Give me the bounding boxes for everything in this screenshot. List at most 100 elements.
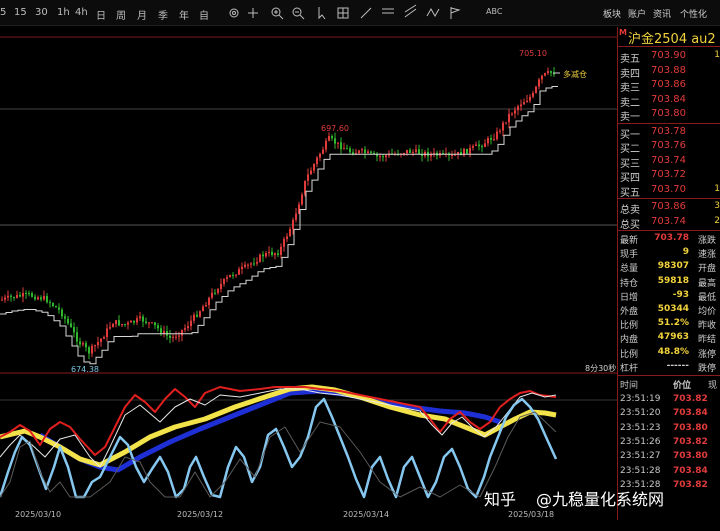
tick-row[interactable]: 23:51:26 703.82 — [618, 436, 720, 450]
kline-chart[interactable]: 705.10 697.60 674.38 多减仓 8分30秒 — [0, 27, 617, 520]
ask-row[interactable]: 卖二 703.84 — [618, 93, 720, 109]
kline-chart-canvas — [0, 36, 617, 499]
ask-row[interactable]: 卖一 703.80 — [618, 107, 720, 123]
period-5-button[interactable]: 5 — [0, 7, 6, 18]
period-day-button[interactable]: 日 — [96, 7, 106, 22]
candle-body — [199, 311, 201, 317]
ask-price: 703.86 — [651, 79, 686, 90]
instrument-header[interactable]: M 沪金2504 au2 — [618, 27, 720, 47]
stat-row[interactable]: 比例 48.8% 涨停 — [618, 346, 720, 360]
settings-icon[interactable] — [229, 8, 239, 18]
bid-row[interactable]: 买五 703.70 1 — [618, 183, 720, 199]
total-row[interactable]: 总卖 703.86 3 — [618, 200, 720, 216]
candle-body — [493, 139, 495, 141]
stat-row[interactable]: 总量 98307 开盘 — [618, 260, 720, 274]
candle-body — [184, 328, 186, 330]
stat-label: 比例 — [620, 321, 639, 332]
candle-body — [418, 149, 420, 154]
quote-panel: M 沪金2504 au2 卖五 703.90 1 卖四 703.88 卖三 703.86 卖二… — [617, 27, 720, 520]
candle-body — [295, 213, 297, 220]
grid-icon[interactable] — [337, 7, 349, 19]
stat-row[interactable]: 内盘 47963 昨结 — [618, 331, 720, 345]
tick-row[interactable]: 23:51:28 703.84 — [618, 465, 720, 479]
bid-row[interactable]: 买三 703.74 — [618, 154, 720, 170]
period-4h-button[interactable]: 4h — [75, 7, 88, 18]
hline-tool-icon[interactable] — [382, 8, 394, 14]
personalize-button[interactable]: 个性化 — [680, 7, 707, 20]
divider — [618, 198, 720, 199]
stat-row[interactable]: 外盘 50344 均价 — [618, 303, 720, 317]
stat-row[interactable]: 比例 51.2% 昨收 — [618, 317, 720, 331]
period-custom-button[interactable]: 自 — [199, 7, 209, 22]
candle-body — [364, 149, 366, 153]
main-contract-badge: M — [619, 28, 627, 37]
stat-row[interactable]: 杠杆 ------ 跌停 — [618, 360, 720, 374]
period-quarter-button[interactable]: 季 — [158, 7, 168, 22]
cursor-icon[interactable] — [318, 7, 326, 20]
stat-value: ------ — [666, 360, 689, 371]
stat-row[interactable]: 现手 9 速涨 — [618, 246, 720, 260]
ask-level-label: 卖一 — [620, 112, 640, 123]
candle-body — [283, 239, 285, 247]
candle-body — [187, 326, 189, 329]
ask-row[interactable]: 卖五 703.90 1 — [618, 49, 720, 65]
candle-body — [550, 71, 552, 73]
bid-row[interactable]: 买一 703.78 — [618, 125, 720, 141]
candle-body — [97, 341, 99, 346]
stat-label-secondary: 速涨 — [698, 250, 717, 261]
candle-body — [196, 314, 198, 317]
period-15-button[interactable]: 15 — [14, 7, 27, 18]
bid-row[interactable]: 买二 703.76 — [618, 139, 720, 155]
ask-row[interactable]: 卖四 703.88 — [618, 64, 720, 80]
crosshair-icon[interactable] — [248, 8, 258, 18]
tick-row[interactable]: 23:51:20 703.84 — [618, 407, 720, 421]
candle-body — [238, 269, 240, 275]
candle-body — [367, 151, 369, 153]
tick-row[interactable]: 23:51:19 703.82 — [618, 393, 720, 407]
ask-row[interactable]: 卖三 703.86 — [618, 78, 720, 94]
period-month-button[interactable]: 月 — [137, 7, 147, 22]
news-button[interactable]: 资讯 — [653, 7, 671, 20]
tick-header-row[interactable]: 时间 价位 现 — [618, 377, 720, 391]
candle-body — [490, 138, 492, 140]
total-row[interactable]: 总买 703.74 2 — [618, 215, 720, 231]
tick-row[interactable]: 23:51:27 703.80 — [618, 450, 720, 464]
period-week-button[interactable]: 周 — [116, 7, 126, 22]
tick-row[interactable]: 23:51:23 703.80 — [618, 422, 720, 436]
stat-row[interactable]: 日增 -93 最低 — [618, 289, 720, 303]
candle-body — [181, 329, 183, 336]
candle-body — [220, 283, 222, 290]
sector-button[interactable]: 板块 — [603, 7, 621, 20]
bid-row[interactable]: 买四 703.72 — [618, 168, 720, 184]
candle-body — [43, 296, 45, 300]
candle-body — [172, 336, 174, 338]
line-tool-icon[interactable] — [360, 7, 372, 19]
wave-tool-icon[interactable] — [426, 7, 440, 18]
candle-body — [472, 145, 474, 148]
abc-button[interactable]: ABC — [486, 7, 502, 16]
stat-value: 48.8% — [657, 346, 689, 357]
stat-label: 杠杆 — [620, 363, 639, 374]
stat-label-secondary: 昨收 — [698, 321, 717, 332]
candle-body — [61, 309, 63, 317]
candle-body — [247, 264, 249, 266]
candle-body — [340, 142, 342, 150]
period-1h-button[interactable]: 1h — [57, 7, 70, 18]
candle-body — [409, 149, 411, 153]
zoom-out-icon[interactable] — [292, 7, 305, 20]
stat-row[interactable]: 持仓 59818 最高 — [618, 275, 720, 289]
channel-tool-icon[interactable] — [404, 4, 417, 18]
period-year-button[interactable]: 年 — [179, 7, 189, 22]
stat-row[interactable]: 最新 703.78 涨跌 — [618, 232, 720, 246]
period-30-button[interactable]: 30 — [35, 7, 48, 18]
candle-body — [16, 294, 18, 298]
stat-label-secondary: 昨结 — [698, 335, 717, 346]
flag-icon[interactable] — [450, 7, 461, 19]
candle-body — [334, 138, 336, 144]
account-button[interactable]: 账户 — [628, 7, 646, 20]
zoom-in-icon[interactable] — [271, 7, 284, 20]
candle-body — [205, 305, 207, 307]
candle-body — [469, 147, 471, 154]
candle-body — [103, 337, 105, 339]
candle-body — [253, 263, 255, 265]
